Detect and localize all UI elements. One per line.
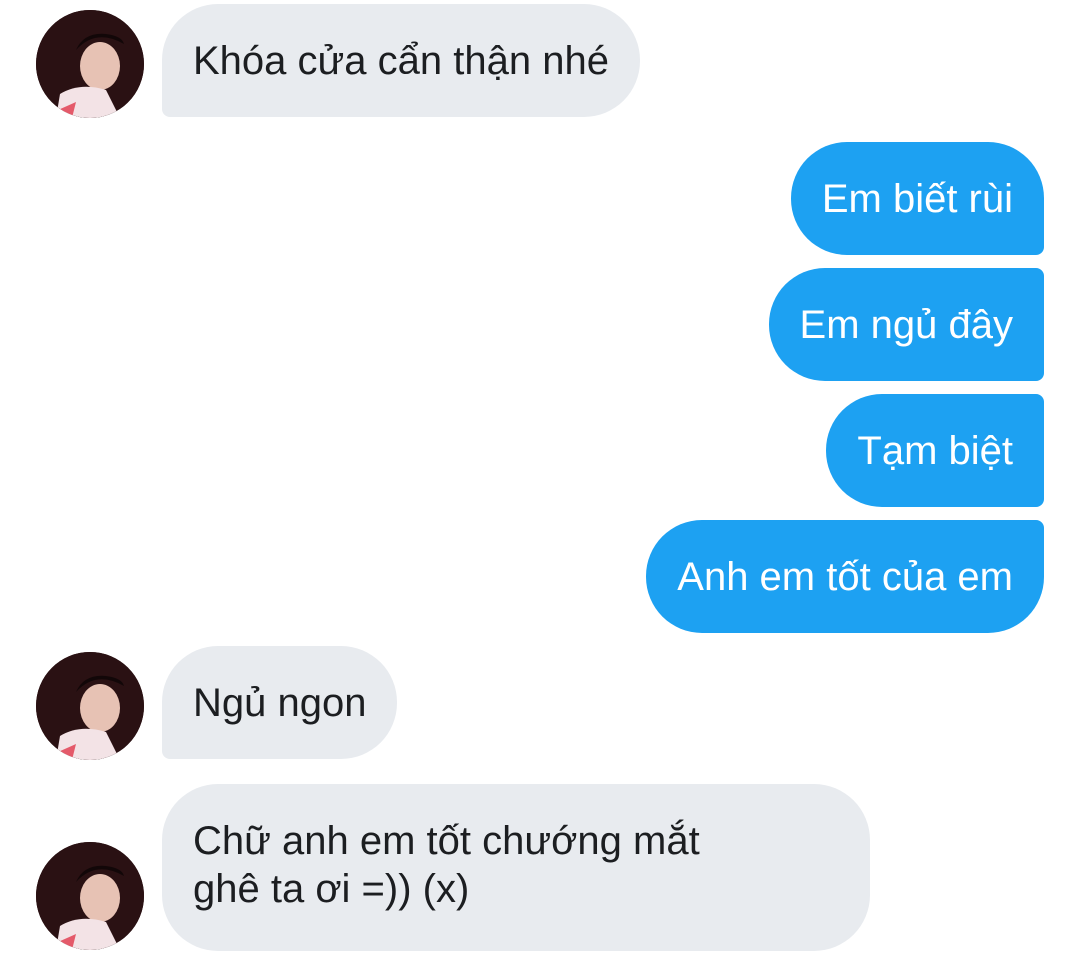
message-text: Tạm biệt xyxy=(857,429,1013,473)
message-bubble-outgoing[interactable]: Em ngủ đây xyxy=(768,268,1044,381)
message-bubble-outgoing[interactable]: Em biết rùi xyxy=(790,142,1044,255)
chat-thread: Khóa cửa cẩn thận nhé Em biết rùi Em ngủ… xyxy=(0,0,1080,955)
contact-avatar[interactable] xyxy=(36,10,144,118)
message-bubble-outgoing[interactable]: Anh em tốt của em xyxy=(646,520,1044,633)
avatar-photo-icon xyxy=(36,10,144,118)
avatar-photo-icon xyxy=(36,842,144,950)
message-text: Em ngủ đây xyxy=(799,303,1013,347)
message-text: Ngủ ngon xyxy=(193,681,367,725)
message-text: Khóa cửa cẩn thận nhé xyxy=(193,39,609,83)
message-text: Anh em tốt của em xyxy=(677,555,1013,599)
message-bubble-incoming[interactable]: Chữ anh em tốt chướng mắt ghê ta ơi =)) … xyxy=(162,784,870,951)
message-bubble-outgoing[interactable]: Tạm biệt xyxy=(826,394,1044,507)
message-text: Em biết rùi xyxy=(821,177,1013,221)
contact-avatar[interactable] xyxy=(36,842,144,950)
contact-avatar[interactable] xyxy=(36,652,144,760)
message-bubble-incoming[interactable]: Khóa cửa cẩn thận nhé xyxy=(162,4,640,117)
message-text-line: Chữ anh em tốt chướng mắt xyxy=(193,819,700,863)
message-text-line: ghê ta ơi =)) (x) xyxy=(193,867,470,911)
message-bubble-incoming[interactable]: Ngủ ngon xyxy=(162,646,398,759)
avatar-photo-icon xyxy=(36,652,144,760)
